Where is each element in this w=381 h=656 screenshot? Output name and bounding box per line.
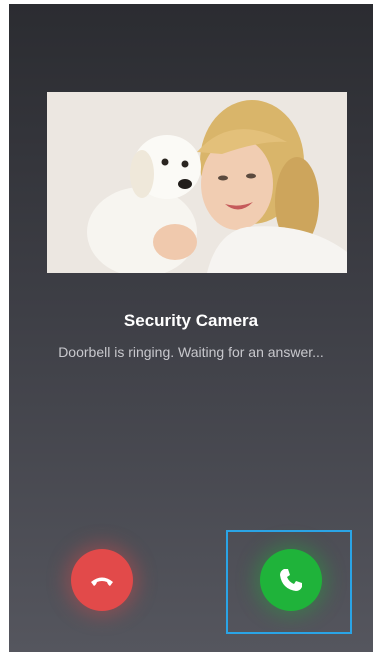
decline-call-button[interactable] <box>71 549 133 611</box>
camera-feed-image <box>47 92 347 273</box>
accept-button-highlight <box>226 530 352 634</box>
caller-name: Security Camera <box>123 311 259 330</box>
call-status-text: Doorbell is ringing. Waiting for an answ… <box>58 344 324 360</box>
incoming-call-screen: Security Camera Doorbell is ringing. Wai… <box>9 4 373 652</box>
hang-up-icon <box>91 577 113 586</box>
camera-video-preview <box>47 92 347 273</box>
